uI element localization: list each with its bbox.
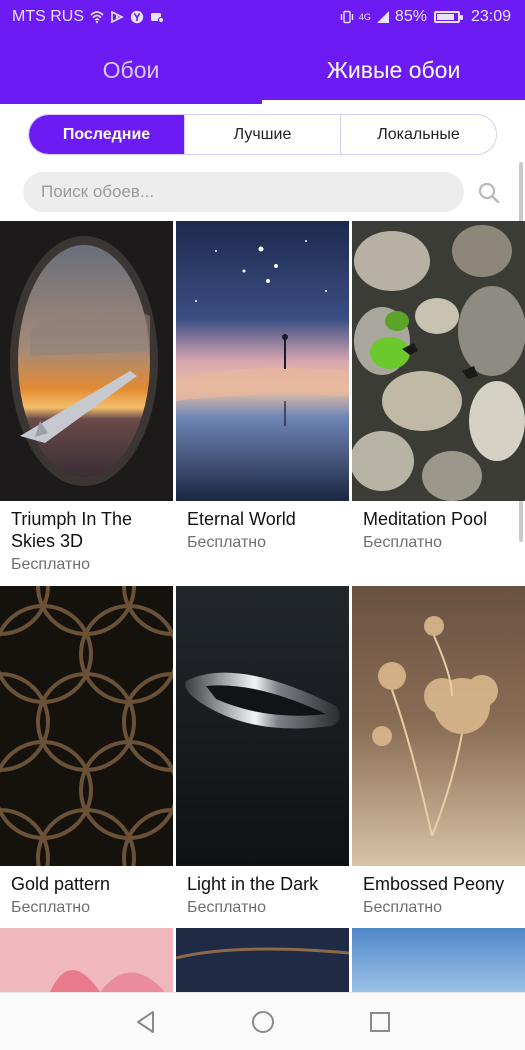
recents-icon[interactable] bbox=[367, 1009, 393, 1035]
battery-percent: 85% bbox=[394, 8, 427, 25]
wallpaper-thumbnail-peony[interactable] bbox=[352, 586, 525, 866]
vibrate-icon bbox=[340, 10, 354, 24]
search-input[interactable] bbox=[23, 172, 464, 212]
battery-icon bbox=[433, 11, 463, 23]
home-icon[interactable] bbox=[250, 1009, 276, 1035]
wallpaper-card[interactable]: Triumph In The Skies 3D Бесплатно bbox=[0, 221, 173, 585]
wallpaper-card[interactable]: Eternal World Бесплатно bbox=[176, 221, 349, 585]
segment-local[interactable]: Локальные bbox=[341, 115, 496, 154]
wallpaper-thumbnail-airplane-window[interactable] bbox=[0, 221, 173, 501]
search-icon[interactable] bbox=[476, 180, 502, 206]
segment-latest[interactable]: Последние bbox=[29, 115, 185, 154]
tab-live-wallpapers-label: Живые обои bbox=[326, 56, 461, 83]
wallpaper-title: Light in the Dark bbox=[187, 874, 319, 894]
wifi-icon bbox=[90, 10, 104, 24]
wallpaper-title: Meditation Pool bbox=[363, 509, 488, 529]
tab-live-wallpapers[interactable]: Живые обои bbox=[262, 36, 525, 104]
back-icon[interactable] bbox=[133, 1009, 159, 1035]
sort-segmented-control: Последние Лучшие Локальные bbox=[28, 114, 497, 155]
wallpaper-thumbnail-pebbles[interactable] bbox=[352, 221, 525, 501]
clock: 23:09 bbox=[470, 8, 511, 25]
system-nav-bar bbox=[0, 992, 525, 1050]
wallpaper-price: Бесплатно bbox=[11, 899, 91, 916]
media-alt-icon bbox=[150, 10, 164, 24]
yandex-icon bbox=[130, 10, 144, 24]
wallpaper-price: Бесплатно bbox=[11, 556, 91, 573]
media-icon bbox=[110, 10, 124, 24]
wallpaper-card[interactable]: Embossed Peony Бесплатно bbox=[352, 586, 525, 950]
wallpaper-card[interactable]: Gold pattern Бесплатно bbox=[0, 586, 173, 950]
wallpaper-thumbnail-ocean[interactable] bbox=[176, 928, 349, 992]
wallpaper-price: Бесплатно bbox=[363, 899, 443, 916]
wallpaper-title: Eternal World bbox=[187, 509, 296, 529]
tab-wallpapers-label: Обои bbox=[102, 56, 160, 83]
wallpaper-price: Бесплатно bbox=[187, 899, 267, 916]
wallpaper-card[interactable]: Light in the Dark Бесплатно bbox=[176, 586, 349, 950]
network-type: 4G bbox=[358, 11, 371, 22]
wallpaper-thumbnail-starry-sky[interactable] bbox=[176, 221, 349, 501]
wallpaper-card[interactable] bbox=[0, 928, 173, 992]
segment-best[interactable]: Лучшие bbox=[185, 115, 341, 154]
wallpaper-card[interactable] bbox=[176, 928, 349, 992]
tab-bar: Обои Живые обои bbox=[0, 36, 525, 104]
wallpaper-title: Embossed Peony bbox=[363, 874, 505, 894]
wallpaper-card[interactable] bbox=[352, 928, 525, 992]
wallpaper-price: Бесплатно bbox=[187, 534, 267, 551]
wallpaper-title: Triumph In The Skies 3D bbox=[11, 509, 133, 551]
status-bar: MTS RUS 4G 85% 23:09 bbox=[0, 0, 525, 36]
wallpaper-thumbnail-dark-ring[interactable] bbox=[176, 586, 349, 866]
wallpaper-title: Gold pattern bbox=[11, 874, 111, 894]
wallpaper-thumbnail-lotus[interactable] bbox=[0, 928, 173, 992]
tab-wallpapers[interactable]: Обои bbox=[0, 36, 262, 104]
carrier-label: MTS RUS bbox=[12, 8, 84, 25]
wallpaper-thumbnail-gold-pattern[interactable] bbox=[0, 586, 173, 866]
battery-fill bbox=[436, 14, 454, 20]
wallpaper-card[interactable]: Meditation Pool Бесплатно bbox=[352, 221, 525, 585]
wallpaper-price: Бесплатно bbox=[363, 534, 443, 551]
wallpaper-thumbnail-sky[interactable] bbox=[352, 928, 525, 992]
signal-icon bbox=[376, 10, 390, 24]
status-left: MTS RUS bbox=[12, 8, 164, 26]
tab-indicator bbox=[262, 100, 525, 104]
status-right: 4G 85% 23:09 bbox=[340, 8, 511, 26]
